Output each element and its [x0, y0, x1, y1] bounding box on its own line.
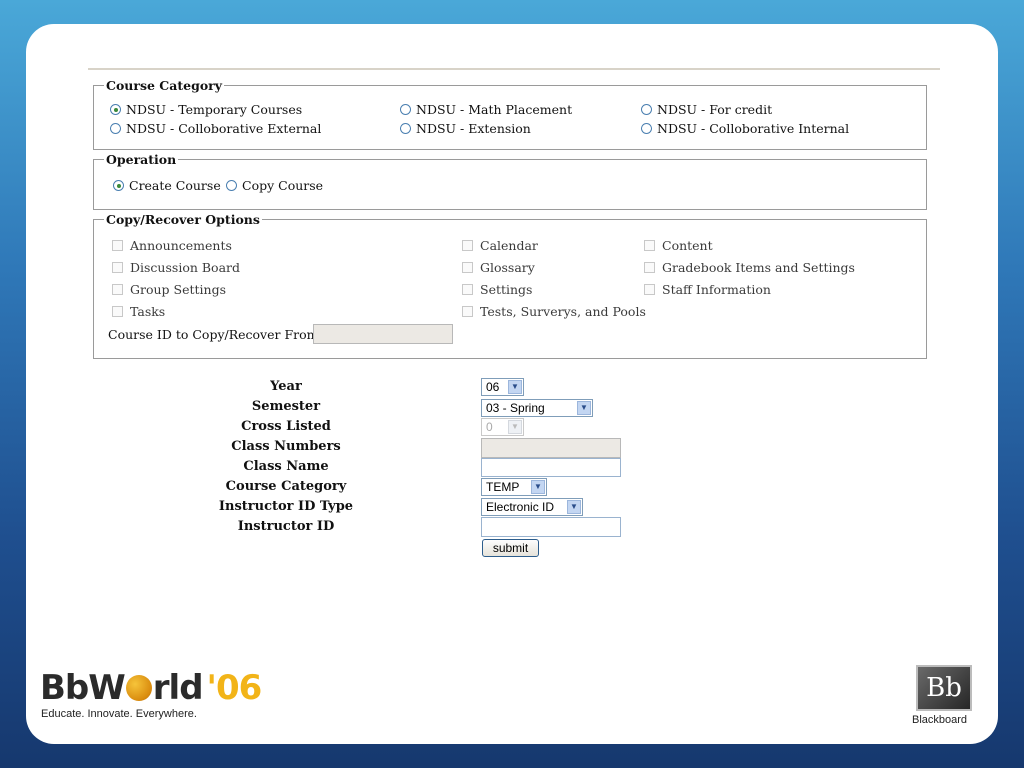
checkbox-icon[interactable] [112, 284, 123, 295]
course-id-label: Course ID to Copy/Recover From [108, 327, 319, 342]
year-label: Year [270, 379, 302, 394]
tagline: Educate. Innovate. Everywhere. [41, 708, 197, 720]
radio-selected-icon[interactable] [113, 180, 124, 191]
submit-button[interactable]: submit [482, 539, 539, 557]
operation-legend: Operation [106, 152, 177, 167]
radio-icon[interactable] [641, 104, 652, 115]
instructor-id-type-label: Instructor ID Type [218, 499, 354, 514]
checkbox-icon[interactable] [462, 240, 473, 251]
copy-option-tests-surveys-pools[interactable]: Tests, Surverys, and Pools [462, 304, 646, 319]
instructor-id-type-select[interactable]: Electronic ID ▼ [481, 498, 583, 516]
copy-option-staff-information[interactable]: Staff Information [644, 282, 771, 297]
checkbox-icon[interactable] [462, 262, 473, 273]
course-category-select[interactable]: TEMP ▼ [481, 478, 547, 496]
cross-listed-select[interactable]: 0 ▼ [481, 418, 524, 436]
copy-option-calendar[interactable]: Calendar [462, 238, 538, 253]
radio-icon[interactable] [226, 180, 237, 191]
instructor-id-input[interactable] [481, 517, 621, 537]
copy-option-settings[interactable]: Settings [462, 282, 532, 297]
class-name-input[interactable] [481, 458, 621, 477]
chevron-down-icon[interactable]: ▼ [531, 480, 545, 494]
divider [88, 68, 940, 70]
category-option-for-credit[interactable]: NDSU - For credit [641, 102, 772, 117]
copy-option-discussion-board[interactable]: Discussion Board [112, 260, 240, 275]
globe-icon [125, 675, 152, 701]
course-id-input[interactable] [313, 324, 453, 344]
checkbox-icon[interactable] [644, 284, 655, 295]
operation-create-course[interactable]: Create Course [113, 178, 221, 193]
copy-option-group-settings[interactable]: Group Settings [112, 282, 226, 297]
copy-option-glossary[interactable]: Glossary [462, 260, 535, 275]
category-option-extension[interactable]: NDSU - Extension [400, 121, 531, 136]
radio-icon[interactable] [110, 123, 121, 134]
category-option-math-placement[interactable]: NDSU - Math Placement [400, 102, 572, 117]
copy-option-tasks[interactable]: Tasks [112, 304, 165, 319]
blackboard-logo-icon: Bb [916, 665, 972, 711]
radio-icon[interactable] [400, 123, 411, 134]
course-category-legend: Course Category [106, 78, 223, 93]
checkbox-icon[interactable] [644, 262, 655, 273]
checkbox-icon[interactable] [112, 240, 123, 251]
copy-options-legend: Copy/Recover Options [106, 212, 260, 227]
checkbox-icon[interactable] [112, 262, 123, 273]
class-numbers-input[interactable] [481, 438, 621, 458]
chevron-down-icon[interactable]: ▼ [567, 500, 581, 514]
category-option-collab-internal[interactable]: NDSU - Colloborative Internal [641, 121, 849, 136]
copy-option-announcements[interactable]: Announcements [112, 238, 232, 253]
radio-selected-icon[interactable] [110, 104, 121, 115]
copy-option-content[interactable]: Content [644, 238, 713, 253]
radio-icon[interactable] [641, 123, 652, 134]
chevron-down-icon[interactable]: ▼ [577, 401, 591, 415]
cross-listed-label: Cross Listed [241, 419, 331, 434]
semester-label: Semester [251, 399, 321, 414]
blackboard-wordmark: Blackboard [912, 714, 968, 726]
checkbox-icon[interactable] [112, 306, 123, 317]
class-numbers-label: Class Numbers [231, 439, 341, 454]
checkbox-icon[interactable] [462, 284, 473, 295]
year-select[interactable]: 06 ▼ [481, 378, 524, 396]
class-name-label: Class Name [243, 459, 329, 474]
bbworld-logo: BbW rld '06 [40, 668, 262, 708]
semester-select[interactable]: 03 - Spring ▼ [481, 399, 593, 417]
operation-copy-course[interactable]: Copy Course [226, 178, 323, 193]
checkbox-icon[interactable] [644, 240, 655, 251]
checkbox-icon[interactable] [462, 306, 473, 317]
copy-option-gradebook[interactable]: Gradebook Items and Settings [644, 260, 855, 275]
chevron-down-icon[interactable]: ▼ [508, 380, 522, 394]
chevron-down-icon: ▼ [508, 420, 522, 434]
radio-icon[interactable] [400, 104, 411, 115]
instructor-id-label: Instructor ID [237, 519, 335, 534]
course-category-label: Course Category [225, 479, 347, 494]
category-option-collab-external[interactable]: NDSU - Colloborative External [110, 121, 321, 136]
category-option-temporary[interactable]: NDSU - Temporary Courses [110, 102, 302, 117]
